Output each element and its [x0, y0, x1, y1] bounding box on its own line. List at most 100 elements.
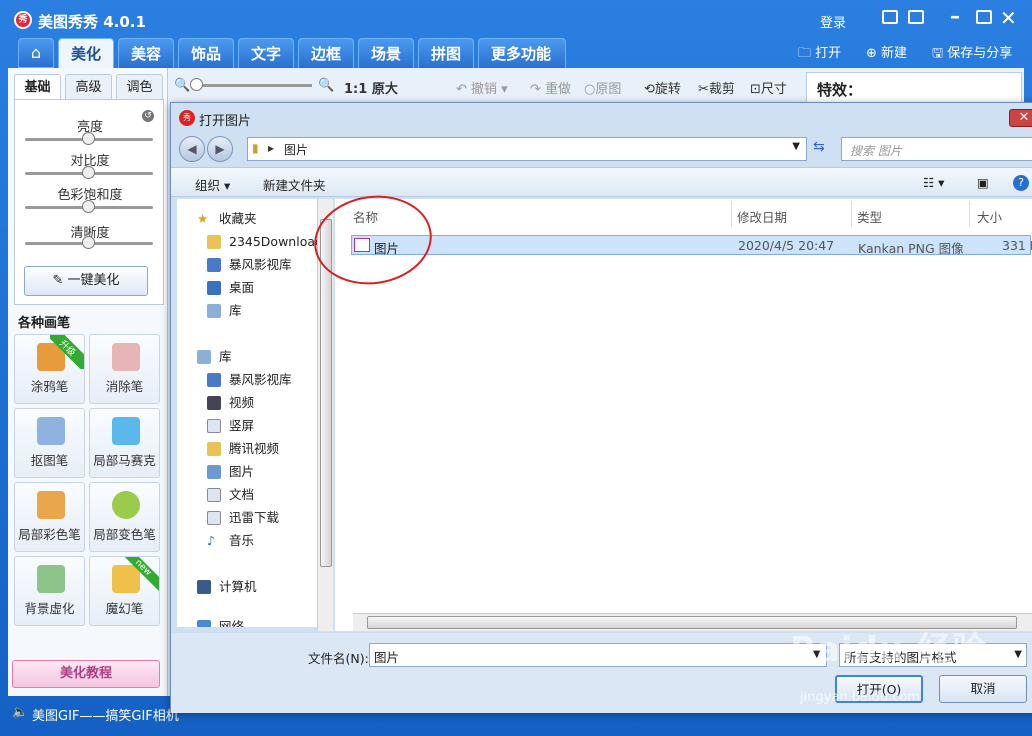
column-separator[interactable] [851, 201, 852, 227]
search-input[interactable]: 搜索 图片 [841, 137, 1032, 161]
dialog-close-button[interactable]: ✕ [1009, 109, 1032, 127]
nav-vertical[interactable]: 竖屏 [177, 416, 321, 436]
back-icon[interactable]: ◀ [179, 136, 205, 162]
contrast-slider[interactable] [25, 166, 153, 179]
nav-tencent[interactable]: 腾讯视频 [177, 439, 321, 459]
login-link[interactable]: 登录 [820, 12, 846, 31]
maximize-icon[interactable] [976, 10, 992, 24]
home-icon[interactable]: ⌂ [18, 38, 54, 68]
open-button[interactable]: 🗀 打开 [798, 42, 841, 66]
nav-2345downloads[interactable]: 2345Downloads [177, 232, 321, 252]
tab-more[interactable]: 更多功能 ▾ [478, 38, 566, 93]
nav-baofeng-lib[interactable]: 暴风影视库 [177, 370, 321, 390]
file-row[interactable]: 图片 2020/4/5 20:47 Kankan PNG 图像 331 K [351, 235, 1032, 256]
tab-text[interactable]: 文字 [238, 38, 294, 68]
brush-mosaic[interactable]: 局部马赛克 [89, 408, 160, 478]
nav-network[interactable]: 网络 [177, 617, 321, 627]
nav-favorites[interactable]: ★ 收藏夹 [177, 209, 321, 229]
slider-knob[interactable] [82, 200, 95, 213]
nav-videos[interactable]: 视频 [177, 393, 321, 413]
save-share-button[interactable]: 🖫 保存与分享 [932, 42, 1012, 66]
brush-graffiti[interactable]: 升级 涂鸦笔 [14, 334, 85, 404]
col-type[interactable]: 类型 [857, 207, 882, 226]
view-icon[interactable]: ☷ ▾ [923, 175, 944, 190]
tab-beauty[interactable]: 美容 [118, 38, 174, 68]
brush-recolor[interactable]: 局部变色笔 [89, 482, 160, 552]
nav-baofeng[interactable]: 暴风影视库 [177, 255, 321, 275]
tab-beautify[interactable]: 美化 [58, 38, 114, 68]
slider-knob[interactable] [82, 132, 95, 145]
redo-button[interactable]: ↷ 重做 [530, 78, 571, 97]
original-button[interactable]: ○原图 [584, 78, 621, 97]
nav-libraries[interactable]: 库 [177, 347, 321, 367]
upgrade-badge: 升级 [50, 335, 84, 369]
close-icon[interactable]: ✕ [1000, 6, 1017, 30]
column-separator[interactable] [969, 201, 970, 227]
brush-label: 魔幻笔 [105, 601, 144, 616]
tutorial-button[interactable]: 美化教程 [12, 660, 160, 688]
chevron-down-icon[interactable]: ▼ [1014, 649, 1022, 660]
brush-color[interactable]: 局部彩色笔 [14, 482, 85, 552]
crop-button[interactable]: ✂裁剪 [698, 78, 735, 97]
tab-collage[interactable]: 拼图 [418, 38, 474, 68]
size-label: 尺寸 [760, 82, 787, 97]
brush-cutout[interactable]: 抠图笔 [14, 408, 85, 478]
zoom-in-icon[interactable]: 🔍 [318, 78, 334, 93]
cancel-button[interactable]: 取消 [939, 675, 1027, 703]
tab-accessories[interactable]: 饰品 [178, 38, 234, 68]
one-key-beautify-button[interactable]: ✎ 一键美化 [24, 266, 148, 296]
organize-button[interactable]: 组织 ▾ [195, 175, 230, 194]
minimize-icon[interactable]: – [950, 4, 960, 28]
nav-documents[interactable]: 文档 [177, 485, 321, 505]
nav-music[interactable]: ♪ 音乐 [177, 531, 321, 551]
brightness-slider[interactable] [25, 132, 153, 145]
address-bar[interactable]: ▮ ▸ 图片 ▼ [247, 137, 807, 161]
saturation-slider[interactable] [25, 200, 153, 213]
tab-basic[interactable]: 基础 [14, 74, 61, 100]
undo-button[interactable]: ↶ 撤销 ▾ [456, 78, 508, 97]
size-button[interactable]: ⊡尺寸 [750, 78, 787, 97]
chevron-down-icon[interactable]: ▼ [792, 141, 800, 152]
speaker-icon[interactable]: 🔈 [12, 705, 28, 720]
brushes-title: 各种画笔 [18, 316, 71, 331]
sharpness-slider[interactable] [25, 236, 153, 249]
preview-pane-icon[interactable]: ▣ [977, 175, 989, 190]
nav-xunlei[interactable]: 迅雷下载 [177, 508, 321, 528]
filename-input[interactable]: 图片 [369, 643, 827, 667]
zoom-out-icon[interactable]: 🔍 [174, 78, 190, 93]
brush-label: 局部彩色笔 [18, 527, 81, 542]
slider-knob[interactable] [82, 166, 95, 179]
tab-color[interactable]: 调色 [116, 74, 163, 100]
pen-icon [37, 417, 65, 445]
nav-computer[interactable]: 计算机 [177, 577, 321, 597]
picture-icon [207, 465, 221, 479]
skin-icon[interactable] [908, 10, 924, 24]
zoom-slider[interactable] [190, 78, 312, 91]
nav-desktop[interactable]: 桌面 [177, 278, 321, 298]
tab-frame[interactable]: 边框 [298, 38, 354, 68]
nav-pictures[interactable]: 图片 [177, 462, 321, 482]
column-separator[interactable] [731, 201, 732, 227]
status-text[interactable]: 美图GIF——搞笑GIF相机 [32, 705, 179, 724]
refresh-icon[interactable]: ⇆ [813, 139, 825, 155]
brush-blur-bg[interactable]: 背景虚化 [14, 556, 85, 626]
message-icon[interactable] [882, 10, 898, 24]
brush-magic[interactable]: new 魔幻笔 [89, 556, 160, 626]
new-button[interactable]: ⊕ 新建 [866, 42, 907, 61]
tab-scene[interactable]: 场景 [358, 38, 414, 68]
col-size[interactable]: 大小 [977, 207, 1002, 226]
breadcrumb[interactable]: 图片 [284, 141, 308, 158]
brush-eraser[interactable]: 消除笔 [89, 334, 160, 404]
breadcrumb-separator: ▸ [268, 141, 275, 155]
rotate-button[interactable]: ⟲旋转 [644, 78, 681, 97]
forward-icon[interactable]: ▶ [207, 136, 233, 162]
slider-knob[interactable] [82, 236, 95, 249]
tab-advanced[interactable]: 高级 [65, 74, 112, 100]
zoom-knob[interactable] [190, 78, 203, 91]
nav-library-fav[interactable]: 库 [177, 301, 321, 321]
help-icon[interactable]: ? [1013, 175, 1029, 191]
nav-label: 库 [219, 349, 232, 364]
actual-size-button[interactable]: 1:1 原大 [344, 78, 398, 97]
col-date[interactable]: 修改日期 [737, 207, 787, 226]
new-folder-button[interactable]: 新建文件夹 [263, 175, 326, 194]
